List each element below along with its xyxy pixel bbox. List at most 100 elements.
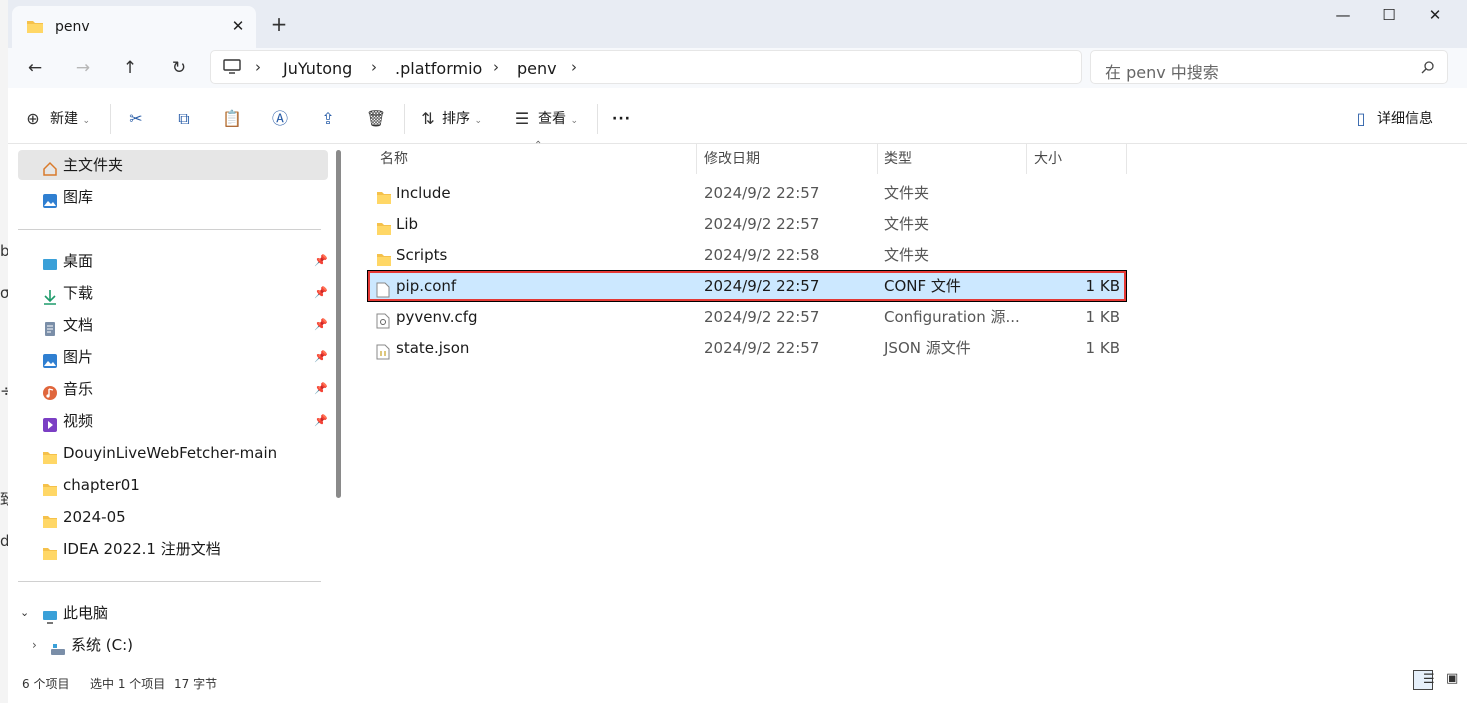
crumb-juyutong[interactable]: JuYutong — [283, 59, 352, 78]
paste-icon[interactable]: 📋 — [221, 108, 243, 130]
cut-icon[interactable]: ✂ — [125, 108, 147, 130]
share-icon[interactable]: ⇪ — [317, 108, 339, 130]
sidebar-item-pictures[interactable]: 图片 📌 — [18, 342, 328, 372]
address-bar-area: ← → ↑ ↻ › JuYutong › .platformio › penv … — [8, 48, 1467, 88]
new-button[interactable]: 新建 ⌄ — [50, 106, 90, 132]
command-bar: ⊕ 新建 ⌄ ✂ ⧉ 📋 Ⓐ ⇪ 🗑 ⇅ 排序 ⌄ ☰ 查看 ⌄ ··· ▯ 详… — [8, 94, 1467, 144]
sidebar-item-drive-c[interactable]: › 系统 (C:) — [18, 630, 328, 660]
pin-icon[interactable]: 📌 — [314, 342, 328, 372]
close-tab-icon[interactable]: ✕ — [226, 14, 250, 38]
sidebar-item-music[interactable]: 音乐 📌 — [18, 374, 328, 404]
search-input[interactable]: 在 penv 中搜索 — [1090, 50, 1448, 84]
pin-icon[interactable]: 📌 — [314, 278, 328, 308]
view-icon: ☰ — [514, 109, 530, 128]
arrow-right-icon: → — [75, 58, 91, 78]
sidebar-item-desktop[interactable]: 桌面 📌 — [18, 246, 328, 276]
column-header-size[interactable]: 大小 — [1034, 144, 1062, 174]
view-label: 查看 — [538, 111, 566, 127]
tab-penv[interactable]: penv ✕ — [12, 6, 256, 48]
sidebar-item-home[interactable]: 主文件夹 — [18, 150, 328, 180]
sidebar-item-this-pc[interactable]: ⌄ 此电脑 — [18, 598, 328, 628]
divider — [1026, 144, 1027, 174]
chevron-right-icon[interactable]: › — [371, 58, 377, 76]
chevron-right-icon[interactable]: › — [493, 58, 499, 76]
sidebar-item-label: 2024-05 — [63, 508, 126, 526]
computer-icon — [42, 605, 58, 624]
folder-icon — [26, 19, 44, 38]
rename-icon[interactable]: Ⓐ — [269, 108, 291, 130]
file-row-lib[interactable]: Lib 2024/9/2 22:57 文件夹 — [368, 209, 1126, 239]
sort-icon: ⇅ — [421, 109, 435, 128]
crumb-platformio[interactable]: .platformio — [395, 59, 482, 78]
divider — [404, 104, 405, 134]
sidebar-item-douyinlivewebfetcher[interactable]: DouyinLiveWebFetcher-main — [18, 438, 328, 468]
column-header-name[interactable]: 名称 — [380, 144, 408, 174]
file-row-include[interactable]: Include 2024/9/2 22:57 文件夹 — [368, 178, 1126, 208]
close-window-button[interactable]: ✕ — [1412, 0, 1458, 32]
file-row-pyvenv-cfg[interactable]: pyvenv.cfg 2024/9/2 22:57 Configuration … — [368, 302, 1126, 332]
chevron-right-icon[interactable]: › — [571, 58, 577, 76]
delete-icon[interactable]: 🗑 — [365, 108, 387, 130]
back-button[interactable]: ← — [18, 54, 52, 82]
sidebar-item-2024-05[interactable]: 2024-05 — [18, 502, 328, 532]
file-modified: 2024/9/2 22:58 — [704, 246, 820, 264]
crumb-penv[interactable]: penv — [517, 59, 557, 78]
column-header-type[interactable]: 类型 — [884, 144, 912, 174]
refresh-icon: ↻ — [171, 58, 187, 78]
chevron-down-icon[interactable]: ⌄ — [20, 598, 29, 628]
column-header-modified[interactable]: 修改日期 — [704, 144, 760, 174]
sidebar-item-downloads[interactable]: 下载 📌 — [18, 278, 328, 308]
gallery-icon — [42, 189, 58, 208]
selected-count: 选中 1 个项目 — [90, 677, 166, 691]
pin-icon[interactable]: 📌 — [314, 374, 328, 404]
up-button[interactable]: ↑ — [113, 54, 147, 82]
tiles-view-button[interactable]: ▣ — [1436, 670, 1458, 690]
selected-size: 17 字节 — [174, 677, 218, 691]
sidebar-item-documents[interactable]: 文档 📌 — [18, 310, 328, 340]
chevron-right-icon[interactable]: › — [255, 58, 261, 76]
folder-icon — [42, 477, 58, 496]
new-tab-button[interactable]: + — [266, 12, 292, 38]
file-name: pyvenv.cfg — [396, 308, 478, 326]
pin-icon[interactable]: 📌 — [314, 310, 328, 340]
file-name: Scripts — [396, 246, 448, 264]
forward-button[interactable]: → — [66, 54, 100, 82]
pictures-icon — [42, 349, 58, 368]
folder-icon — [42, 509, 58, 528]
drive-icon — [50, 637, 66, 655]
details-pane-icon: ▯ — [1356, 109, 1366, 128]
file-modified: 2024/9/2 22:57 — [704, 184, 820, 202]
file-type: 文件夹 — [884, 215, 930, 233]
file-row-state-json[interactable]: state.json 2024/9/2 22:57 JSON 源文件 1 KB — [368, 333, 1126, 363]
chevron-right-icon[interactable]: › — [32, 630, 37, 660]
divider — [18, 581, 321, 582]
more-options-button[interactable]: ··· — [612, 106, 631, 132]
sidebar-item-label: 音乐 — [63, 380, 94, 398]
arrow-left-icon: ← — [27, 58, 43, 78]
pin-icon[interactable]: 📌 — [314, 406, 328, 436]
minimize-button[interactable]: — — [1320, 0, 1366, 32]
copy-icon[interactable]: ⧉ — [173, 108, 195, 130]
file-name: state.json — [396, 339, 470, 357]
view-button[interactable]: 查看 ⌄ — [538, 106, 578, 132]
navigation-pane: 主文件夹 图库 桌面 📌 下载 📌 文档 📌 图片 📌 音乐 📌 视频 📌 Do… — [8, 144, 342, 670]
details-view-button[interactable]: ☰ — [1413, 670, 1435, 690]
details-button[interactable]: 详细信息 — [1377, 106, 1433, 132]
plus-circle-icon: ⊕ — [26, 109, 40, 128]
sidebar-item-label: 视频 — [63, 412, 94, 430]
file-row-scripts[interactable]: Scripts 2024/9/2 22:58 文件夹 — [368, 240, 1126, 270]
sidebar-item-idea-docs[interactable]: IDEA 2022.1 注册文档 — [18, 534, 328, 564]
sort-button[interactable]: 排序 ⌄ — [442, 106, 482, 132]
breadcrumb[interactable]: › JuYutong › .platformio › penv › — [210, 50, 1082, 84]
sidebar-item-chapter01[interactable]: chapter01 — [18, 470, 328, 500]
maximize-button[interactable]: ☐ — [1366, 0, 1412, 32]
sidebar-item-videos[interactable]: 视频 📌 — [18, 406, 328, 436]
divider — [877, 144, 878, 174]
file-name: Lib — [396, 215, 419, 233]
refresh-button[interactable]: ↻ — [162, 54, 196, 82]
chevron-down-icon: ⌄ — [82, 116, 90, 126]
document-icon — [42, 317, 58, 336]
navigation-scrollbar[interactable] — [336, 150, 341, 498]
pin-icon[interactable]: 📌 — [314, 246, 328, 276]
sidebar-item-gallery[interactable]: 图库 — [18, 182, 328, 212]
